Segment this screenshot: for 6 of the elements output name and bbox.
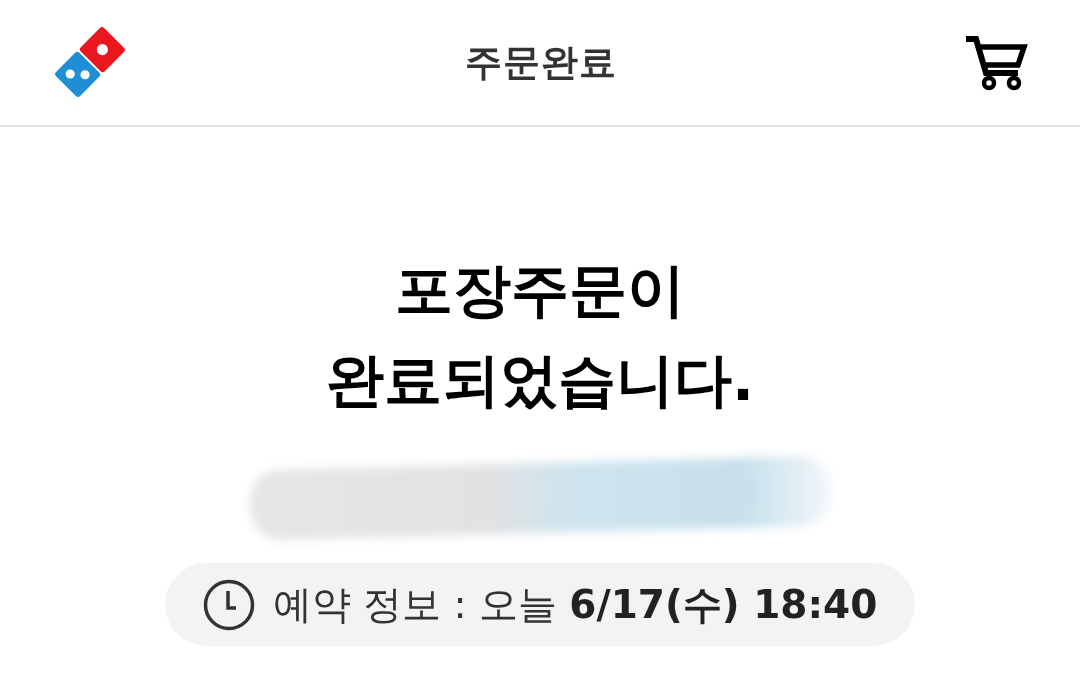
domino-logo-icon[interactable] bbox=[54, 25, 126, 98]
cart-icon[interactable] bbox=[964, 34, 1028, 91]
order-complete-message: 포장주문이 완료되었습니다. bbox=[324, 255, 755, 416]
page-title: 주문완료 bbox=[465, 39, 617, 86]
reservation-info-text: 예약 정보 : 오늘 6/17(수) 18:40 bbox=[272, 580, 878, 629]
clock-icon bbox=[202, 578, 255, 631]
